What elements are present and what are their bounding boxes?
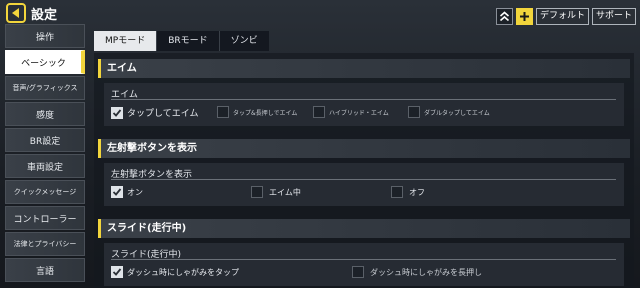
aim-divider (111, 99, 616, 100)
option-label: ダブルタップしてエイム (424, 109, 490, 117)
option-label: オフ (409, 187, 425, 197)
default-button[interactable]: デフォルト (535, 8, 589, 25)
header-actions: デフォルト サポート (495, 8, 636, 25)
sidebar: 操作 ベーシック 音声/グラフィックス 感度 BR設定 車両設定 クイックメッセ… (5, 24, 85, 284)
option-label: エイム中 (269, 187, 301, 197)
checkmark-icon (112, 268, 122, 276)
option-while-aiming[interactable]: エイム中 (251, 186, 301, 198)
collapse-button[interactable] (495, 8, 513, 25)
option-hybrid-aim[interactable]: ハイブリッド・エイム (313, 106, 389, 118)
mode-tabs: MPモード BRモード ゾンビ (94, 31, 269, 51)
tab-br-mode[interactable]: BRモード (157, 31, 220, 51)
sidebar-item-br-settings[interactable]: BR設定 (5, 128, 85, 152)
checkbox-checked[interactable] (111, 186, 123, 198)
option-on[interactable]: オン (111, 186, 143, 198)
tab-zombie[interactable]: ゾンビ (220, 31, 269, 51)
option-tap-to-aim[interactable]: タップしてエイム (111, 106, 199, 119)
option-hold-crouch[interactable]: ダッシュ時にしゃがみを長押し (352, 266, 482, 278)
sidebar-item-quick-message[interactable]: クイックメッセージ (5, 180, 85, 204)
sidebar-item-basic[interactable]: ベーシック (5, 50, 85, 74)
option-tap-hold-aim[interactable]: タップ&長押しでエイム (217, 106, 297, 118)
page-title: 設定 (31, 8, 58, 23)
checkbox-checked[interactable] (111, 106, 123, 119)
checkmark-icon (112, 188, 122, 196)
checkbox-unchecked[interactable] (313, 106, 325, 118)
option-tap-crouch[interactable]: ダッシュ時にしゃがみをタップ (111, 266, 239, 278)
sidebar-item-legal-privacy[interactable]: 法律とプライバシー (5, 232, 85, 256)
double-chevron-up-icon (499, 11, 509, 22)
slide-divider (111, 259, 616, 260)
option-label: ダッシュ時にしゃがみをタップ (127, 267, 239, 277)
sidebar-item-sensitivity[interactable]: 感度 (5, 102, 85, 126)
section-header-slide: スライド(走行中) (98, 219, 630, 238)
checkbox-unchecked[interactable] (217, 106, 229, 118)
option-off[interactable]: オフ (391, 186, 425, 198)
sidebar-item-language[interactable]: 言語 (5, 258, 85, 282)
plus-icon (519, 12, 529, 21)
sidebar-item-audio-graphics[interactable]: 音声/グラフィックス (5, 76, 85, 100)
sidebar-item-controller[interactable]: コントローラー (5, 206, 85, 230)
option-label: ダッシュ時にしゃがみを長押し (370, 267, 482, 277)
checkbox-unchecked[interactable] (391, 186, 403, 198)
checkbox-unchecked[interactable] (352, 266, 364, 278)
left-fire-divider (111, 179, 616, 180)
checkmark-icon (112, 108, 122, 117)
section-header-aim: エイム (98, 59, 630, 78)
settings-content: エイム エイム タップしてエイム タップ&長押しでエイム ハイブリッド・エイム … (94, 53, 634, 288)
section-body-left-fire: 左射撃ボタンを表示 オン エイム中 オフ (104, 163, 624, 206)
back-arrow-icon (12, 8, 19, 18)
section-body-slide: スライド(走行中) ダッシュ時にしゃがみをタップ ダッシュ時にしゃがみを長押し (104, 243, 624, 286)
section-header-left-fire: 左射撃ボタンを表示 (98, 139, 630, 158)
section-body-aim: エイム タップしてエイム タップ&長押しでエイム ハイブリッド・エイム ダブルタ… (104, 83, 624, 126)
option-label: ハイブリッド・エイム (329, 109, 389, 117)
tab-mp-mode[interactable]: MPモード (94, 31, 158, 51)
option-label: タップ&長押しでエイム (233, 109, 298, 117)
checkbox-unchecked[interactable] (408, 106, 420, 118)
support-button[interactable]: サポート (591, 8, 636, 25)
option-label: オン (127, 187, 143, 197)
option-double-tap-aim[interactable]: ダブルタップしてエイム (408, 106, 490, 118)
sidebar-item-controls[interactable]: 操作 (5, 24, 85, 48)
option-label: タップしてエイム (127, 109, 199, 119)
add-button[interactable] (515, 8, 533, 25)
header-bar: 設定 デフォルト サポート (0, 0, 640, 28)
checkbox-checked[interactable] (111, 266, 123, 278)
sidebar-item-vehicle[interactable]: 車両設定 (5, 154, 85, 178)
back-button[interactable] (6, 3, 26, 23)
checkbox-unchecked[interactable] (251, 186, 263, 198)
